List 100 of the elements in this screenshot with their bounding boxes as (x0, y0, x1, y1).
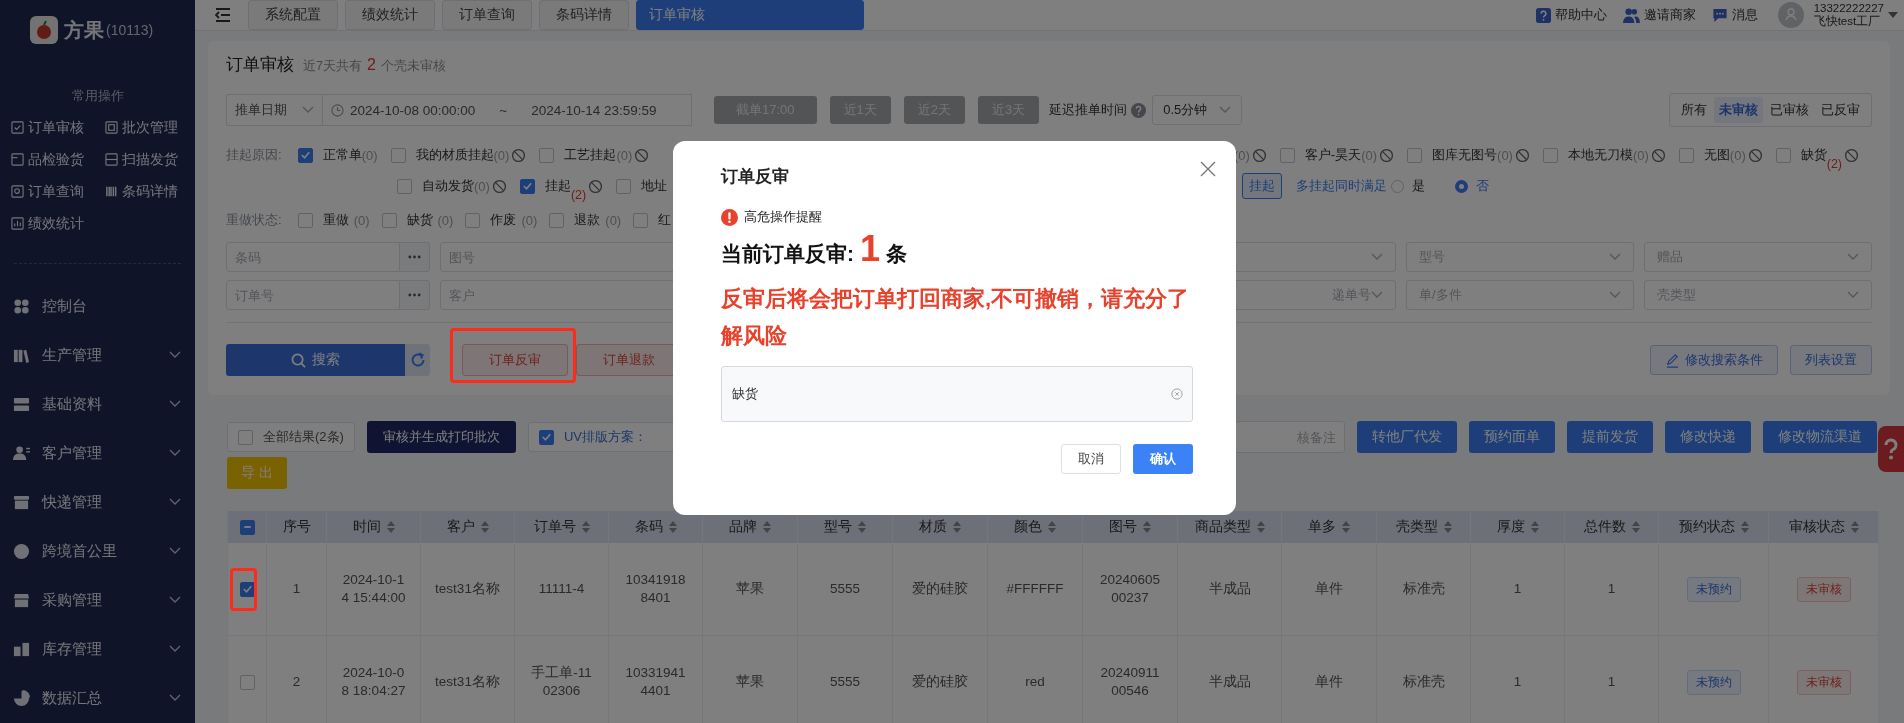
help-icon[interactable] (1131, 102, 1147, 118)
checkbox[interactable] (297, 147, 313, 163)
column-header[interactable]: 型号 (824, 518, 852, 536)
menu-item[interactable]: 采购管理 (0, 575, 195, 625)
action-button[interactable]: 转他厂代发 (1357, 421, 1457, 453)
column-header[interactable]: 图号 (1109, 518, 1137, 536)
ban-icon[interactable] (1747, 147, 1763, 163)
ban-icon[interactable] (491, 178, 507, 194)
checkbox[interactable] (1542, 147, 1558, 163)
refresh-button[interactable] (405, 344, 430, 376)
checkbox[interactable] (633, 212, 649, 228)
search-button[interactable]: 搜索 (226, 344, 405, 376)
confirm-button[interactable]: 确认 (1133, 444, 1193, 474)
ban-icon[interactable] (634, 147, 650, 163)
ban-icon[interactable] (1251, 147, 1267, 163)
column-header[interactable]: 时间 (352, 518, 381, 536)
quick-link[interactable]: 条码详情 (105, 182, 195, 201)
quick-link[interactable]: 批次管理 (105, 118, 195, 137)
sort-icon[interactable] (1530, 521, 1539, 533)
page-tab[interactable]: 绩效统计 (345, 0, 435, 30)
close-icon[interactable] (1200, 161, 1216, 177)
action-button[interactable]: 修改快递 (1665, 421, 1751, 453)
sort-icon[interactable] (1443, 521, 1452, 533)
danger-button[interactable]: 订单反审 (462, 344, 568, 376)
reason-field[interactable]: 缺货 (721, 366, 1193, 422)
quick-link[interactable]: 品检验货 (11, 150, 105, 169)
column-header[interactable]: 客户 (446, 518, 475, 536)
checkbox[interactable] (390, 147, 406, 163)
checkbox[interactable] (519, 178, 535, 194)
checkbox[interactable] (297, 212, 313, 228)
sort-icon[interactable] (763, 521, 771, 533)
menu-item[interactable]: 数据汇总 (0, 673, 195, 723)
clear-icon[interactable] (1171, 388, 1183, 400)
sort-icon[interactable] (1740, 521, 1749, 533)
page-tab[interactable]: 系统配置 (248, 0, 338, 30)
column-header[interactable]: 序号 (282, 518, 311, 536)
menu-item[interactable]: 快递管理 (0, 477, 195, 527)
sort-icon[interactable] (386, 521, 395, 533)
checkbox[interactable] (397, 178, 412, 194)
help-link[interactable]: 帮助中心 (1554, 6, 1607, 24)
column-header[interactable]: 品牌 (729, 518, 757, 536)
list-settings-button[interactable]: 列表设置 (1790, 345, 1872, 375)
checkbox[interactable] (465, 212, 481, 228)
checkbox[interactable] (538, 429, 554, 445)
ban-icon[interactable] (1379, 147, 1395, 163)
edit-conditions-button[interactable]: 修改搜索条件 (1650, 345, 1778, 375)
column-header[interactable]: 单多 (1308, 518, 1336, 536)
column-header[interactable]: 订单号 (533, 518, 576, 536)
checkbox[interactable] (616, 178, 632, 194)
column-header[interactable]: 审核状态 (1788, 518, 1845, 536)
menu-item[interactable]: 基础资料 (0, 379, 195, 429)
chat-icon[interactable] (1711, 7, 1728, 23)
menu-item[interactable]: 跨境首公里 (0, 526, 195, 576)
action-button[interactable]: 预约面单 (1469, 421, 1555, 453)
checkbox[interactable] (1775, 147, 1791, 163)
sort-icon[interactable] (1850, 521, 1859, 533)
column-header[interactable]: 材质 (919, 518, 947, 536)
date-range-field[interactable]: 2024-10-08 00:00:00 ~ 2024-10-14 23:59:59 (322, 94, 692, 126)
sort-icon[interactable] (581, 521, 590, 533)
column-header[interactable]: 商品类型 (1194, 518, 1251, 536)
page-tab[interactable]: 订单审核 (636, 0, 864, 30)
avatar[interactable] (1777, 2, 1804, 28)
messages-link[interactable]: 消息 (1731, 6, 1758, 24)
status-tab[interactable]: 所有 (1676, 97, 1712, 123)
help-tab[interactable] (1878, 426, 1904, 472)
caret-icon[interactable] (1888, 12, 1898, 18)
action-button[interactable]: 修改物流渠道 (1763, 421, 1877, 453)
sort-icon[interactable] (953, 521, 961, 533)
more-button[interactable] (400, 280, 430, 310)
sort-icon[interactable] (1256, 521, 1265, 533)
ban-icon[interactable] (511, 147, 527, 163)
quick-link[interactable]: 订单审核 (11, 118, 105, 137)
ban-icon[interactable] (1650, 147, 1666, 163)
date-type-select[interactable]: 推单日期 (226, 94, 322, 126)
status-tab[interactable]: 已反审 (1816, 97, 1865, 123)
people-icon[interactable] (1622, 7, 1640, 23)
sort-icon[interactable] (1631, 521, 1640, 533)
checkbox[interactable] (239, 581, 255, 597)
checkbox[interactable] (1407, 147, 1423, 163)
menu-item[interactable]: 客户管理 (0, 428, 195, 478)
quick-link[interactable]: 扫描发货 (105, 150, 195, 169)
column-header[interactable]: 总件数 (1583, 518, 1626, 536)
invite-link[interactable]: 邀请商家 (1643, 6, 1696, 24)
checkbox[interactable] (239, 519, 255, 535)
action-button[interactable]: 提前发货 (1567, 421, 1653, 453)
sort-icon[interactable] (480, 521, 489, 533)
column-header[interactable]: 预约状态 (1678, 518, 1735, 536)
cancel-button[interactable]: 取消 (1061, 444, 1121, 474)
quick-link[interactable]: 订单查询 (11, 182, 105, 201)
checkbox[interactable] (238, 429, 253, 445)
menu-icon[interactable] (215, 8, 231, 22)
delay-select[interactable]: 0.5分钟 (1152, 95, 1243, 125)
status-tab[interactable]: 已审核 (1765, 97, 1814, 123)
sort-icon[interactable] (858, 521, 866, 533)
radio-button[interactable] (1455, 179, 1468, 193)
sort-icon[interactable] (1048, 521, 1056, 533)
checkbox[interactable] (539, 147, 555, 163)
checkbox[interactable] (549, 212, 565, 228)
ban-icon[interactable] (588, 178, 604, 194)
sort-icon[interactable] (668, 521, 677, 533)
